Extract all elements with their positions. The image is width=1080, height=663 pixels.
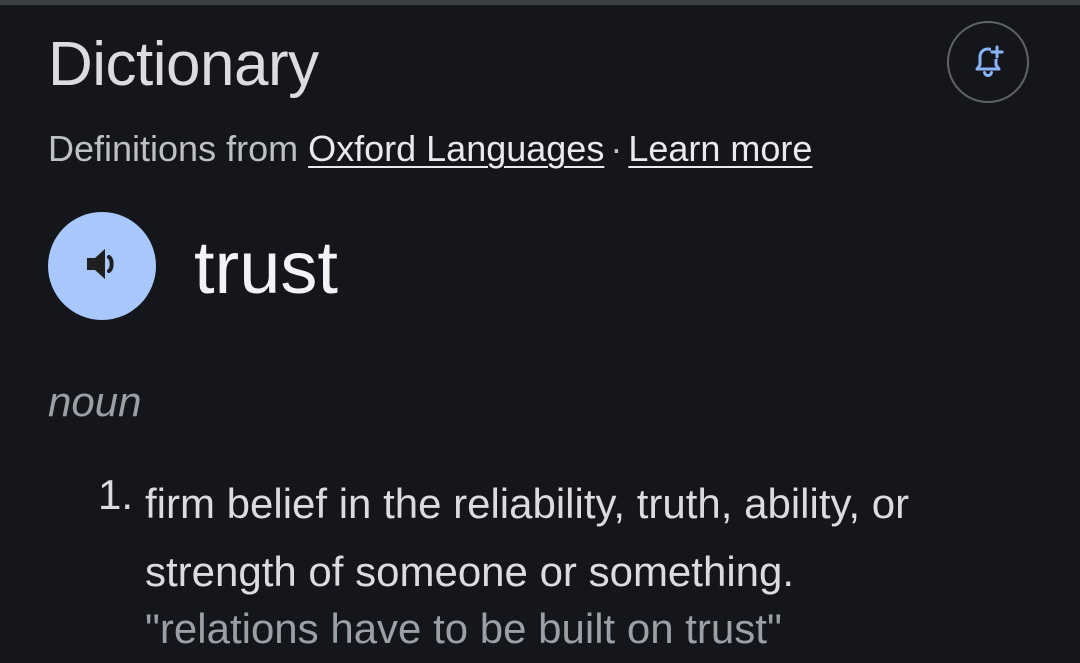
page-title: Dictionary [48,30,319,99]
source-prefix: Definitions from [48,128,299,169]
sense-example: "relations have to be built on trust" [145,605,782,652]
definition-source: Definitions from Oxford Languages · Learn … [48,127,812,171]
top-divider [0,0,1080,5]
sense-definition: firm belief in the reliability, truth, a… [145,480,910,595]
part-of-speech: noun [48,378,142,425]
source-separator: · [610,128,623,169]
headword: trust [194,226,338,309]
oxford-languages-link[interactable]: Oxford Languages [308,128,604,169]
speaker-icon [80,242,124,291]
create-alert-button[interactable] [947,21,1029,103]
bell-plus-icon [968,40,1008,85]
pronunciation-button[interactable] [48,212,156,320]
sense-number: 1. [98,471,134,518]
learn-more-link[interactable]: Learn more [628,128,812,169]
